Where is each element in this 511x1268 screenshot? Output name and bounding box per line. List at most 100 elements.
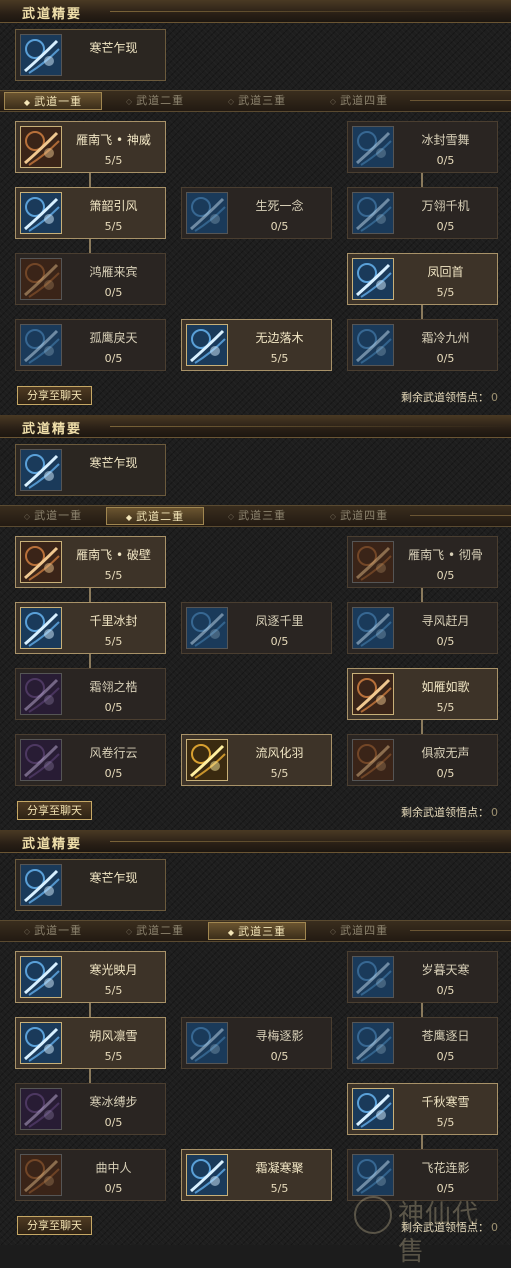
tab-tier-3[interactable]: ◇ 武道三重 xyxy=(208,92,306,110)
phoenix-chase-icon xyxy=(186,607,228,649)
skill-node[interactable]: 苍鹰逐日 0/5 xyxy=(347,1017,498,1069)
skill-node[interactable]: 霜凝寒聚 5/5 xyxy=(181,1149,332,1201)
skill-node[interactable]: 寒冰缚步 0/5 xyxy=(15,1083,166,1135)
watermark-logo-icon xyxy=(354,1196,392,1234)
skill-name: 俱寂无声 xyxy=(421,746,470,760)
skill-node[interactable]: 孤鹰戾天 0/5 xyxy=(15,319,166,371)
skill-node[interactable]: 凤回首 5/5 xyxy=(347,253,498,305)
skill-node[interactable]: 寒光映月 5/5 xyxy=(15,951,166,1003)
cold-moon-icon xyxy=(20,956,62,998)
skill-node[interactable]: 风卷行云 0/5 xyxy=(15,734,166,786)
diamond-icon: ◇ xyxy=(329,512,338,521)
essence-skill-name: 寒芒乍现 xyxy=(89,41,138,55)
skill-node[interactable]: 寻风赶月 0/5 xyxy=(347,602,498,654)
share-to-chat-button[interactable]: 分享至聊天 xyxy=(17,801,92,820)
skill-node[interactable]: 霜冷九州 0/5 xyxy=(347,319,498,371)
node-connector xyxy=(89,588,91,602)
skill-node[interactable]: 生死一念 0/5 xyxy=(181,187,332,239)
skill-panel-1: 武道精要 寒芒乍现 ◆ 武道一重 ◇ 武道二重 ◇ 武道三重 ◇ 武道四重 雁南飞 • 神威 5/5 冰… xyxy=(0,0,511,415)
skill-node[interactable]: 无边落木 5/5 xyxy=(181,319,332,371)
goose-icon xyxy=(20,258,62,300)
tab-tier-1[interactable]: ◇ 武道一重 xyxy=(4,507,102,525)
skill-node[interactable]: 流风化羽 5/5 xyxy=(181,734,332,786)
skill-node[interactable]: 雁南飞 • 神威 5/5 xyxy=(15,121,166,173)
node-connector xyxy=(421,1003,423,1017)
tab-tier-4[interactable]: ◇ 武道四重 xyxy=(310,922,408,940)
skill-node[interactable]: 霜翎之梏 0/5 xyxy=(15,668,166,720)
remaining-points-label: 剩余武道领悟点： xyxy=(401,391,489,404)
skill-node[interactable]: 朔风凛雪 5/5 xyxy=(15,1017,166,1069)
tab-label: 武道四重 xyxy=(340,509,389,522)
tab-tier-2[interactable]: ◇ 武道二重 xyxy=(106,92,204,110)
tab-tier-3[interactable]: ◆ 武道三重 xyxy=(208,922,306,940)
diamond-icon: ◇ xyxy=(23,512,32,521)
tab-tier-3[interactable]: ◇ 武道三重 xyxy=(208,507,306,525)
remaining-points-label: 剩余武道领悟点： xyxy=(401,806,489,819)
silence-icon xyxy=(352,739,394,781)
skill-node[interactable]: 千秋寒雪 5/5 xyxy=(347,1083,498,1135)
hawk-sun-icon xyxy=(352,1022,394,1064)
skill-node[interactable]: 如雁如歌 5/5 xyxy=(347,668,498,720)
skill-name: 风卷行云 xyxy=(89,746,138,760)
tab-label: 武道一重 xyxy=(34,509,83,522)
falling-leaves-icon xyxy=(186,324,228,366)
skill-node[interactable]: 万翎千机 0/5 xyxy=(347,187,498,239)
tab-tier-2[interactable]: ◆ 武道二重 xyxy=(106,507,204,525)
skill-node[interactable]: 俱寂无声 0/5 xyxy=(347,734,498,786)
watermark-text: 神仙代售 xyxy=(398,1200,480,1267)
skill-name: 如雁如歌 xyxy=(421,680,470,694)
skill-points: 0/5 xyxy=(104,701,123,714)
tab-tier-1[interactable]: ◆ 武道一重 xyxy=(4,92,102,110)
blade-strike-icon xyxy=(20,864,62,906)
skill-name: 箫韶引风 xyxy=(89,199,138,213)
tab-tier-4[interactable]: ◇ 武道四重 xyxy=(310,92,408,110)
phoenix-icon xyxy=(352,258,394,300)
ice-dance-icon xyxy=(352,126,394,168)
wudao-skill-screen: 武道精要 寒芒乍现 ◆ 武道一重 ◇ 武道二重 ◇ 武道三重 ◇ 武道四重 雁南飞 • 神威 5/5 冰… xyxy=(0,0,511,1267)
essence-skill[interactable]: 寒芒乍现 xyxy=(15,444,166,496)
winter-icon xyxy=(352,956,394,998)
north-wind-icon xyxy=(20,1022,62,1064)
skill-points: 0/5 xyxy=(104,1116,123,1129)
diamond-icon: ◇ xyxy=(125,927,134,936)
tab-tier-1[interactable]: ◇ 武道一重 xyxy=(4,922,102,940)
remaining-points-value: 0 xyxy=(491,806,498,819)
skill-node[interactable]: 冰封雪舞 0/5 xyxy=(347,121,498,173)
skill-node[interactable]: 寻梅逐影 0/5 xyxy=(181,1017,332,1069)
wind-flute-icon xyxy=(20,192,62,234)
skill-points: 5/5 xyxy=(436,286,455,299)
skill-node[interactable]: 曲中人 0/5 xyxy=(15,1149,166,1201)
skill-node[interactable]: 鸿雁来宾 0/5 xyxy=(15,253,166,305)
share-to-chat-button[interactable]: 分享至聊天 xyxy=(17,386,92,405)
skill-node[interactable]: 雁南飞 • 破壁 5/5 xyxy=(15,536,166,588)
share-to-chat-button[interactable]: 分享至聊天 xyxy=(17,1216,92,1235)
essence-skill[interactable]: 寒芒乍现 xyxy=(15,859,166,911)
tab-label: 武道二重 xyxy=(136,94,185,107)
skill-name: 冰封雪舞 xyxy=(421,133,470,147)
diamond-icon: ◇ xyxy=(125,97,134,106)
node-connector xyxy=(89,1003,91,1017)
whirlwind-icon xyxy=(20,739,62,781)
blade-strike-icon xyxy=(20,449,62,491)
skill-points: 0/5 xyxy=(436,767,455,780)
essence-skill[interactable]: 寒芒乍现 xyxy=(15,29,166,81)
tab-divider xyxy=(410,515,511,516)
skill-node[interactable]: 凤逐千里 0/5 xyxy=(181,602,332,654)
skill-name: 鸿雁来宾 xyxy=(89,265,138,279)
skill-node[interactable]: 箫韶引风 5/5 xyxy=(15,187,166,239)
section-header: 武道精要 xyxy=(0,830,511,853)
skill-name: 霜凝寒聚 xyxy=(255,1161,304,1175)
tab-tier-2[interactable]: ◇ 武道二重 xyxy=(106,922,204,940)
skill-name: 生死一念 xyxy=(255,199,304,213)
tab-tier-4[interactable]: ◇ 武道四重 xyxy=(310,507,408,525)
skill-panel-3: 武道精要寒芒乍现 ◇ 武道一重 ◇ 武道二重 ◆ 武道三重 ◇ 武道四重寒光映月 5/5 岁暮天寒 0… xyxy=(0,830,511,1245)
skill-points: 0/5 xyxy=(436,984,455,997)
node-connector xyxy=(421,173,423,187)
tier-tabs: ◇ 武道一重 ◇ 武道二重 ◆ 武道三重 ◇ 武道四重 xyxy=(0,920,511,942)
skill-name: 千里冰封 xyxy=(89,614,138,628)
skill-node[interactable]: 岁暮天寒 0/5 xyxy=(347,951,498,1003)
tab-label: 武道一重 xyxy=(34,95,83,108)
skill-node[interactable]: 千里冰封 5/5 xyxy=(15,602,166,654)
skill-node[interactable]: 雁南飞 • 彻骨 0/5 xyxy=(347,536,498,588)
tab-label: 武道二重 xyxy=(136,510,185,523)
